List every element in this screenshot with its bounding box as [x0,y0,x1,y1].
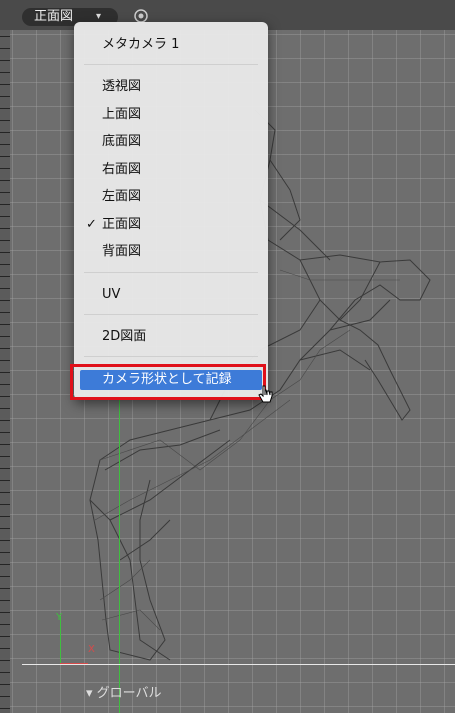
coordinate-mode-selector[interactable]: ▾ グローバル [86,682,162,701]
menu-item-label: 背面図 [102,244,142,259]
menu-item-label: 右面図 [102,162,142,177]
menu-item-back-view[interactable]: 背面図 [74,240,268,264]
ground-line [22,664,455,665]
axis-gizmo-y [60,616,61,664]
hand-cursor-icon [258,385,273,403]
menu-item-label: 底面図 [102,134,142,149]
menu-item-label: 正面図 [102,217,142,232]
menu-separator [84,356,258,357]
menu-item-label: 2D図面 [102,329,147,344]
axis-gizmo-x-label: X [88,644,95,655]
menu-item-perspective[interactable]: 透視図 [74,75,268,99]
menu-separator [84,272,258,273]
menu-item-label: 左面図 [102,189,142,204]
menu-item-bottom-view[interactable]: 底面図 [74,130,268,154]
checkmark-icon: ✓ [86,217,97,232]
menu-item-left-view[interactable]: 左面図 [74,185,268,209]
menu-item-label: 透視図 [102,79,142,94]
axis-gizmo-y-label: Y [56,612,63,623]
menu-item-uv[interactable]: UV [74,283,268,307]
menu-item-2d-drawing[interactable]: 2D図面 [74,325,268,349]
menu-item-top-view[interactable]: 上面図 [74,103,268,127]
annotation-highlight-box [70,364,266,400]
menu-item-label: メタカメラ 1 [102,37,180,52]
view-dropdown-menu: メタカメラ 1 透視図 上面図 底面図 右面図 左面図 ✓ 正面図 背面図 UV… [74,22,268,400]
menu-item-label: 上面図 [102,107,142,122]
axis-gizmo-x [60,663,88,664]
menu-item-meta-camera[interactable]: メタカメラ 1 [74,33,268,57]
menu-item-label: UV [102,287,121,302]
menu-item-right-view[interactable]: 右面図 [74,158,268,182]
menu-separator [84,314,258,315]
menu-item-front-view[interactable]: ✓ 正面図 [74,213,268,237]
menu-separator [84,64,258,65]
